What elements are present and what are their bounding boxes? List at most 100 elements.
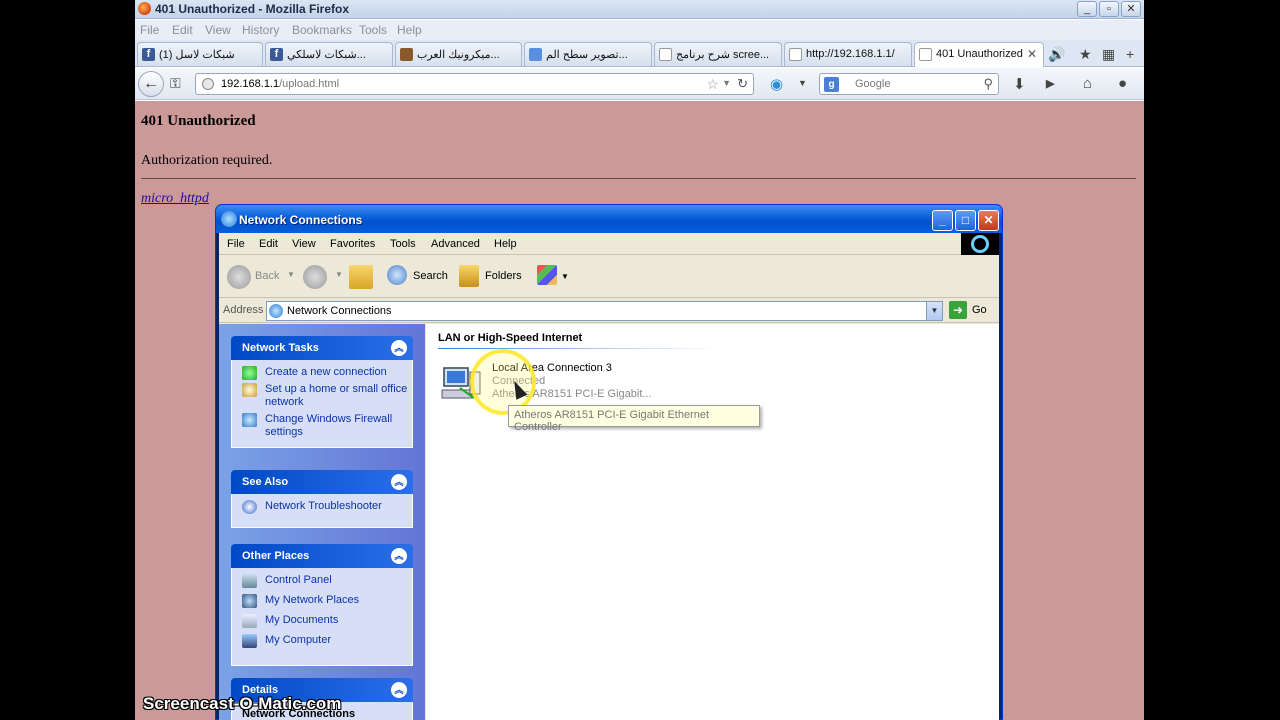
bookmark-star-icon[interactable]: ★ (1079, 46, 1092, 63)
go-arrow-icon[interactable]: ➜ (949, 301, 967, 319)
tab-bar: f شبكات لاسل (1) f شبكات لاسلكي... ميكرو… (135, 40, 1144, 67)
panel-header[interactable]: See Also ︽ (231, 470, 413, 494)
task-firewall-settings[interactable]: Change Windows Firewall settings (242, 413, 412, 439)
device-tooltip: Atheros AR8151 PCI-E Gigabit Ethernet Co… (508, 405, 760, 433)
panel-header[interactable]: Other Places ︽ (231, 544, 413, 568)
chevron-down-icon[interactable]: ▼ (335, 270, 345, 294)
views-button[interactable]: ▼ (537, 265, 571, 289)
link-control-panel[interactable]: Control Panel (242, 574, 412, 588)
url-path: /upload.html (279, 78, 340, 90)
close-button[interactable]: ✕ (1121, 1, 1141, 17)
link-label: My Network Places (265, 594, 360, 606)
search-icon[interactable]: ⚲ (983, 76, 993, 92)
skype-icon[interactable]: ◉ (770, 75, 783, 93)
search-button[interactable]: Search (387, 265, 449, 289)
link-my-documents[interactable]: My Documents (242, 614, 412, 628)
speaker-icon[interactable]: 🔊 (1048, 46, 1065, 63)
forward-button[interactable] (303, 265, 327, 289)
tab-5[interactable]: شرح برنامج scree... (654, 42, 782, 66)
xp-menu-tools[interactable]: Tools (390, 238, 416, 250)
apps-grid-icon[interactable]: ▦ (1102, 46, 1115, 63)
xp-menu-edit[interactable]: Edit (259, 238, 278, 250)
navigation-bar: ← ⚿ 192.168.1.1/upload.html ☆ ▼ ↻ ◉ ▼ g … (135, 68, 1144, 100)
new-tab-icon[interactable]: + (1126, 46, 1134, 62)
search-input[interactable]: g Google ⚲ (819, 73, 999, 95)
windows-logo-icon (961, 233, 999, 255)
xp-close-button[interactable]: ✕ (978, 210, 999, 231)
lightbulb-icon[interactable]: ● (1118, 75, 1127, 92)
url-bar[interactable]: 192.168.1.1/upload.html ☆ ▼ ↻ (195, 73, 754, 95)
home-icon[interactable]: ⌂ (1083, 75, 1092, 92)
panel-body: Control Panel My Network Places My Docum… (231, 568, 413, 666)
xp-title-bar[interactable]: Network Connections _ □ ✕ (216, 205, 1002, 233)
link-my-computer[interactable]: My Computer (242, 634, 412, 648)
url-host: 192.168.1.1 (221, 78, 280, 90)
chevron-down-icon[interactable]: ▼ (722, 78, 731, 88)
collapse-icon[interactable]: ︽ (391, 682, 407, 698)
tab-2[interactable]: f شبكات لاسلكي... (265, 42, 393, 66)
divider (141, 178, 1136, 179)
chevron-down-icon[interactable]: ▼ (926, 302, 942, 320)
collapse-icon[interactable]: ︽ (391, 474, 407, 490)
menu-tools[interactable]: Tools (359, 23, 387, 37)
menu-edit[interactable]: Edit (172, 23, 193, 37)
server-link[interactable]: micro_httpd (141, 191, 209, 207)
xp-maximize-button[interactable]: □ (955, 210, 976, 231)
back-arrow-icon (227, 265, 251, 289)
menu-view[interactable]: View (205, 23, 231, 37)
up-folder-button[interactable] (349, 265, 373, 289)
panel-title: Network Tasks (242, 342, 319, 354)
info-icon (242, 500, 257, 514)
xp-minimize-button[interactable]: _ (932, 210, 953, 231)
computer-icon (242, 634, 257, 648)
menu-file[interactable]: File (140, 23, 159, 37)
key-icon[interactable]: ⚿ (170, 75, 181, 92)
task-home-network[interactable]: Set up a home or small office network (242, 383, 412, 409)
reload-icon[interactable]: ↻ (737, 76, 748, 92)
menu-bookmarks[interactable]: Bookmarks (292, 23, 352, 37)
collapse-icon[interactable]: ︽ (391, 548, 407, 564)
bookmark-star-icon[interactable]: ☆ (706, 76, 719, 93)
tab-4[interactable]: تصوير سطح الم... (524, 42, 652, 66)
xp-menu-favorites[interactable]: Favorites (330, 238, 375, 250)
menu-history[interactable]: History (242, 23, 279, 37)
web-page: 401 Unauthorized Authorization required.… (135, 101, 1144, 720)
address-field[interactable]: Network Connections ▼ (266, 301, 943, 321)
link-network-troubleshooter[interactable]: Network Troubleshooter (242, 500, 412, 514)
youtube-icon[interactable]: ▶ (1046, 77, 1054, 90)
menu-help[interactable]: Help (397, 23, 422, 37)
document-icon (659, 48, 672, 61)
tab-1[interactable]: f شبكات لاسل (1) (137, 42, 263, 66)
back-button[interactable]: Back (227, 265, 287, 289)
up-folder-icon (349, 265, 373, 289)
collapse-icon[interactable]: ︽ (391, 340, 407, 356)
search-placeholder: Google (855, 78, 891, 90)
chevron-down-icon[interactable]: ▼ (798, 78, 807, 88)
xp-menu-view[interactable]: View (292, 238, 316, 250)
image-icon (400, 48, 413, 61)
minimize-button[interactable]: _ (1077, 1, 1097, 17)
xp-menu-advanced[interactable]: Advanced (431, 238, 480, 250)
xp-menu-help[interactable]: Help (494, 238, 517, 250)
folders-button[interactable]: Folders (459, 265, 523, 289)
panel-body: Create a new connection Set up a home or… (231, 360, 413, 448)
go-label[interactable]: Go (972, 304, 987, 316)
page-heading: 401 Unauthorized (141, 113, 256, 129)
back-button[interactable]: ← (138, 71, 164, 97)
panel-header[interactable]: Network Tasks ︽ (231, 336, 413, 360)
chevron-down-icon[interactable]: ▼ (287, 270, 297, 294)
tab-6[interactable]: http://192.168.1.1/ (784, 42, 912, 66)
download-icon[interactable]: ⬇ (1013, 75, 1026, 93)
panel-title: Other Places (242, 550, 310, 562)
tab-close-icon[interactable]: ✕ (1027, 47, 1037, 61)
address-label: Address (223, 304, 264, 316)
tab-3[interactable]: ميكرونيك العرب... (395, 42, 522, 66)
group-divider (438, 348, 718, 349)
task-create-connection[interactable]: Create a new connection (242, 366, 412, 380)
link-my-network-places[interactable]: My Network Places (242, 594, 412, 608)
maximize-button[interactable]: ▫ (1099, 1, 1119, 17)
tab-active[interactable]: 401 Unauthorized ✕ (914, 42, 1044, 67)
facebook-icon: f (270, 48, 283, 61)
xp-menu-file[interactable]: File (227, 238, 245, 250)
address-value: Network Connections (287, 305, 392, 317)
